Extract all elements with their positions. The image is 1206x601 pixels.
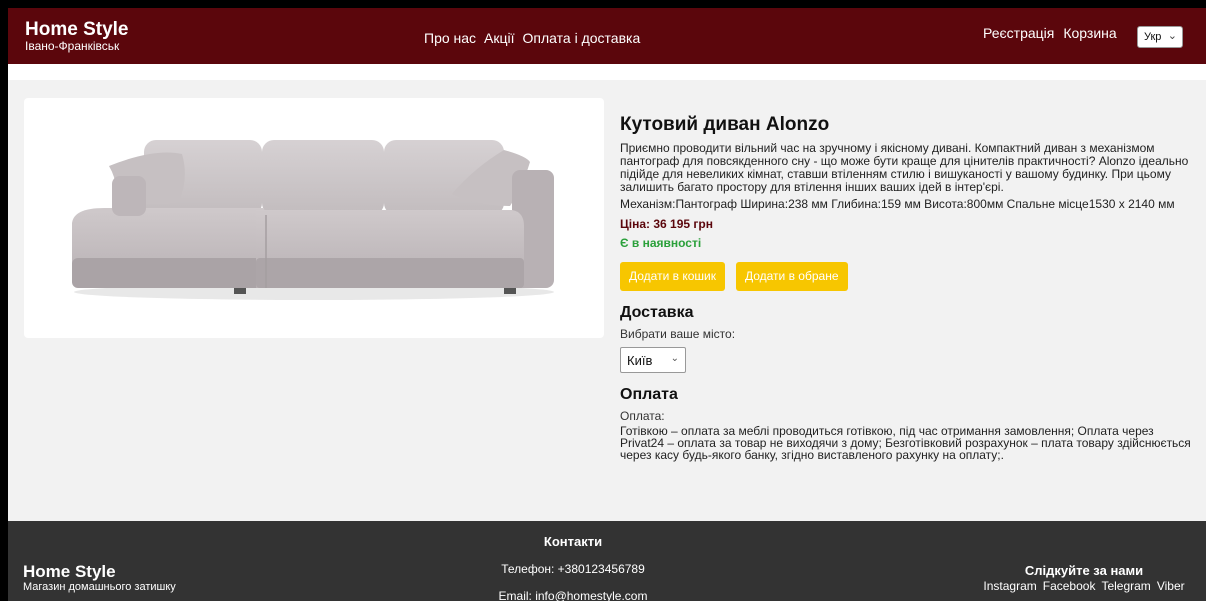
contact-phone[interactable]: Телефон: +380123456789 [478, 562, 668, 576]
city-select[interactable]: Київ ⌄ [620, 347, 686, 373]
page: Home Style Івано-Франківськ Про нас Акці… [8, 8, 1206, 601]
main-nav: Про нас Акції Оплата і доставка [424, 30, 640, 46]
city-label: Вибрати ваше місто: [620, 327, 736, 341]
footer-brand: Home Style Магазин домашнього затишку [23, 562, 176, 594]
action-buttons: Додати в кошик Додати в обране [620, 262, 1198, 291]
header-spacer [8, 64, 1206, 80]
language-select[interactable]: Укр ⌄ [1137, 26, 1183, 48]
social-links: Instagram Facebook Telegram Viber [968, 579, 1200, 593]
product-price: Ціна: 36 195 грн [620, 217, 713, 231]
viber-link[interactable]: Viber [1157, 579, 1185, 593]
city-value: Київ [627, 353, 653, 368]
register-link[interactable]: Реєстрація [983, 25, 1054, 41]
delivery-title: Доставка [620, 304, 694, 321]
nav-payment-delivery-link[interactable]: Оплата і доставка [523, 30, 641, 46]
account-nav: Реєстрація Корзина [983, 25, 1117, 41]
footer-brand-title: Home Style [23, 562, 116, 581]
site-footer: Home Style Магазин домашнього затишку Ко… [8, 521, 1206, 601]
payment-title: Оплата [620, 386, 678, 403]
site-header: Home Style Івано-Франківськ Про нас Акці… [8, 8, 1206, 64]
product-image [24, 98, 604, 338]
payment-label: Оплата: [620, 409, 665, 423]
product-description: Приємно проводити вільний час на зручном… [620, 141, 1189, 194]
facebook-link[interactable]: Facebook [1043, 579, 1096, 593]
instagram-link[interactable]: Instagram [983, 579, 1036, 593]
sofa-image [72, 140, 554, 300]
footer-brand-subtitle: Магазин домашнього затишку [23, 581, 176, 593]
product-title: Кутовий диван Alonzo [620, 114, 830, 135]
cart-link[interactable]: Корзина [1063, 25, 1116, 41]
nav-promotions-link[interactable]: Акції [484, 30, 514, 46]
footer-social: Слідкуйте за нами Instagram Facebook Tel… [968, 563, 1200, 594]
follow-title: Слідкуйте за нами [1024, 563, 1144, 578]
chevron-down-icon: ⌄ [670, 353, 679, 364]
brand-title: Home Style [25, 19, 129, 40]
contact-email[interactable]: Email: info@homestyle.com [478, 589, 668, 601]
chevron-down-icon: ⌄ [1167, 30, 1177, 42]
product-specs: Механізм:Пантограф Ширина:238 мм Глибина… [620, 197, 1175, 211]
language-value: Укр [1144, 31, 1162, 43]
add-to-cart-button[interactable]: Додати в кошик [620, 262, 725, 291]
footer-contacts: Контакти Телефон: +380123456789 Email: i… [478, 534, 668, 601]
payment-text: Готівкою – оплата за меблі проводиться г… [620, 424, 1191, 462]
stock-status: Є в наявності [620, 236, 702, 250]
nav-about-link[interactable]: Про нас [424, 30, 476, 46]
contacts-title: Контакти [543, 534, 603, 549]
telegram-link[interactable]: Telegram [1101, 579, 1150, 593]
brand[interactable]: Home Style Івано-Франківськ [25, 20, 128, 53]
brand-city: Івано-Франківськ [25, 39, 120, 53]
add-to-favorites-button[interactable]: Додати в обране [735, 262, 848, 291]
product-info: Кутовий диван Alonzo Приємно проводити в… [620, 114, 1198, 461]
